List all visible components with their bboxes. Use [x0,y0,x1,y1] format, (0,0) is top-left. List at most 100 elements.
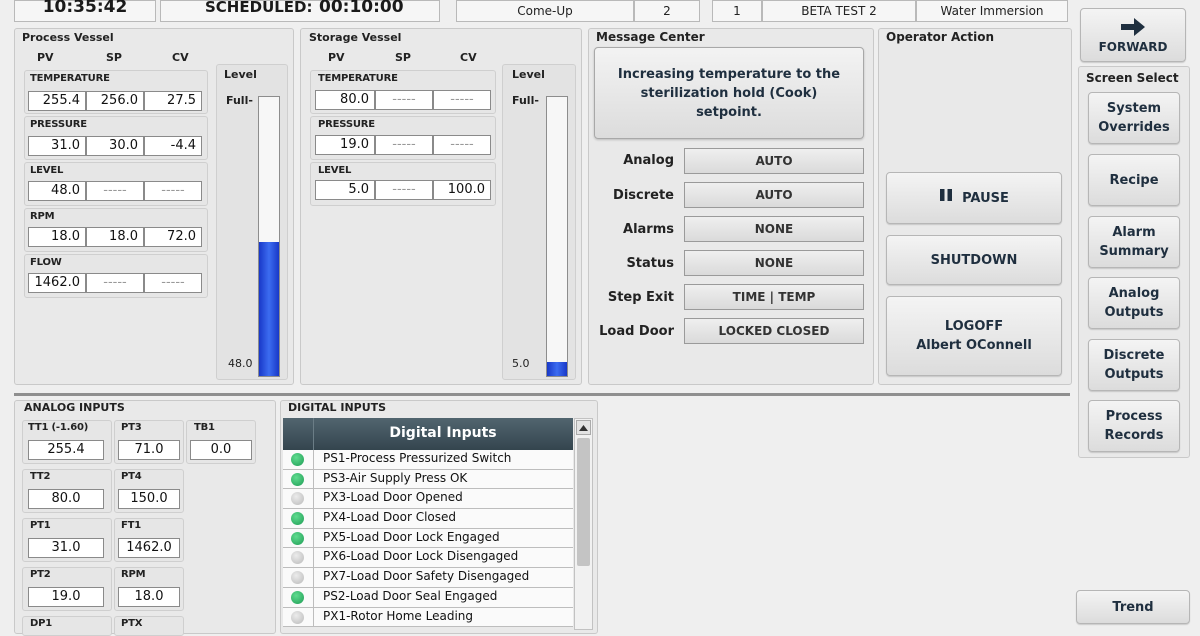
digital-input-row: PX7-Load Door Safety Disengaged [283,568,573,588]
cycle-number: 1 [712,0,762,22]
shutdown-button[interactable]: SHUTDOWN [886,235,1062,285]
load-door-label: Load Door [599,324,674,339]
ai-tt2-label: TT2 [30,471,51,482]
digital-input-label: PS2-Load Door Seal Engaged [323,588,498,603]
digital-input-row: PX4-Load Door Closed [283,509,573,529]
pv-col-header: PV [37,51,54,64]
row-separator [313,548,314,568]
status-indicator-icon [291,453,304,466]
trend-button[interactable]: Trend [1076,590,1190,624]
digital-inputs-header-label: Digital Inputs [389,425,497,441]
sv-level-bar-fill [547,362,567,376]
analog-mode-label: Analog [623,153,674,168]
ai-pt2-label: PT2 [30,569,51,580]
phase-number: 2 [634,0,700,22]
ai-pt3-label: PT3 [121,422,142,433]
ai-dp1-label: DP1 [30,618,52,629]
row-separator [313,509,314,528]
step-exit-label: Step Exit [607,290,674,305]
alarm-summary-line1: Alarm [1112,225,1156,240]
pv-level-full-label: Full- [226,94,253,107]
sv-temperature-cv: ----- [433,90,491,110]
row-separator [313,450,314,469]
discrete-outputs-line2: Outputs [1104,367,1164,382]
ai-tt1-value: 255.4 [28,440,104,460]
pv-pressure-cv: -4.4 [144,136,202,156]
pv-pressure-pv: 31.0 [28,136,86,156]
digital-input-label: PX6-Load Door Lock Disengaged [323,549,519,564]
pv-level-bar-fill [259,242,279,376]
analog-outputs-line2: Outputs [1104,305,1164,320]
clock: 10:35:42 [42,0,128,17]
sv-pressure-sp: ----- [375,135,433,155]
digital-input-row: PS3-Air Supply Press OK [283,469,573,490]
digital-inputs-scrollbar[interactable] [574,418,593,630]
ai-tt1-label: TT1 (-1.60) [28,422,89,433]
process-records-line1: Process [1105,409,1163,424]
pv-rpm-cv: 72.0 [144,227,202,247]
row-separator [313,528,314,548]
alarms-value: NONE [684,216,864,242]
sv-cv-col-header: CV [460,51,477,64]
cv-col-header: CV [172,51,189,64]
sv-level-bar [546,96,568,377]
status-indicator-icon [291,590,304,604]
sv-level-full-label: Full- [512,94,539,107]
pv-level-gauge-title: Level [224,68,257,81]
logoff-button[interactable]: LOGOFF Albert OConnell [886,296,1062,376]
digital-input-row: PX1-Rotor Home Leading [283,607,573,628]
pv-temperature-pv: 255.4 [28,91,86,111]
status-indicator-icon [291,551,304,565]
screen-select-title: Screen Select [1086,71,1179,85]
ai-tt2-value: 80.0 [28,489,104,509]
sv-pressure-pv: 19.0 [315,135,375,155]
system-overrides-line1: System [1106,101,1162,116]
process-records-line2: Records [1104,428,1164,443]
scheduled-time: 00:10:00 [319,0,404,17]
forward-button-label: FORWARD [1098,39,1168,54]
ai-ptx-label: PTX [121,618,143,629]
alarm-summary-button[interactable]: Alarm Summary [1088,216,1180,268]
ai-ft1-value: 1462.0 [118,538,180,558]
sv-pressure-cv: ----- [433,135,491,155]
discrete-outputs-line1: Discrete [1103,348,1165,363]
status-indicator-icon [291,531,304,545]
discrete-mode-label: Discrete [613,188,674,203]
pv-temperature-cv: 27.5 [144,91,202,111]
digital-input-row: PX5-Load Door Lock Engaged [283,528,573,549]
pause-button-label: PAUSE [962,190,1009,206]
pause-button[interactable]: PAUSE [886,172,1062,224]
digital-input-label: PX1-Rotor Home Leading [323,608,473,623]
pv-level-gauge-value: 48.0 [228,357,253,370]
ai-pt3-value: 71.0 [118,440,180,460]
pv-pressure-sp: 30.0 [86,136,144,156]
ai-pt1-value: 31.0 [28,538,104,558]
analog-outputs-line1: Analog [1108,286,1160,301]
forward-arrow-icon [1118,17,1148,40]
pv-flow-pv: 1462.0 [28,273,86,293]
digital-input-label: PX7-Load Door Safety Disengaged [323,569,530,584]
pv-rpm-label: RPM [30,211,55,222]
sv-pv-col-header: PV [328,51,345,64]
digital-inputs-table-header: Digital Inputs [283,418,573,450]
message-line-1: Increasing temperature to the [617,67,841,82]
discrete-outputs-button[interactable]: Discrete Outputs [1088,339,1180,391]
ai-pt4-label: PT4 [121,471,142,482]
message-box: Increasing temperature to the sterilizat… [594,47,864,139]
scroll-thumb[interactable] [577,438,590,566]
process-vessel-title: Process Vessel [22,31,114,44]
alarms-label: Alarms [623,222,674,237]
pv-pressure-label: PRESSURE [30,119,87,130]
digital-input-label: PS1-Process Pressurized Switch [323,451,512,465]
process-records-button[interactable]: Process Records [1088,400,1180,452]
forward-button[interactable]: FORWARD [1080,8,1186,62]
pv-flow-cv: ----- [144,273,202,293]
digital-input-row: PS1-Process Pressurized Switch [283,450,573,470]
scroll-up-icon[interactable] [576,420,591,435]
pv-level-label: LEVEL [30,165,64,176]
recipe-button[interactable]: Recipe [1088,154,1180,206]
system-overrides-button[interactable]: System Overrides [1088,92,1180,144]
analog-outputs-button[interactable]: Analog Outputs [1088,277,1180,329]
sv-temperature-pv: 80.0 [315,90,375,110]
ai-tb1-value: 0.0 [190,440,252,460]
